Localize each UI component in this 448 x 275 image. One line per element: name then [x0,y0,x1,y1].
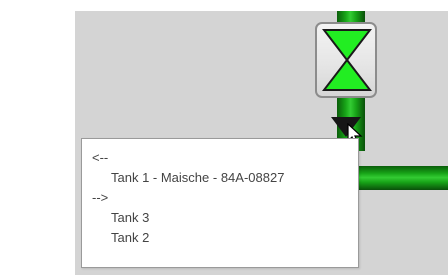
upstream-marker: <-- [92,150,109,165]
downstream-tank: Tank 2 [111,230,150,245]
horizontal-pipe [357,166,448,190]
downstream-marker: --> [92,190,109,205]
page: <-- Tank 1 - Maische - 84A-08827 --> Tan… [0,0,448,275]
valve-icon [322,29,372,91]
downstream-tank: Tank 3 [111,210,150,225]
connection-tooltip: <-- Tank 1 - Maische - 84A-08827 --> Tan… [81,138,359,268]
valve-button[interactable] [315,22,377,98]
upstream-tank: Tank 1 - Maische - 84A-08827 [111,170,285,185]
